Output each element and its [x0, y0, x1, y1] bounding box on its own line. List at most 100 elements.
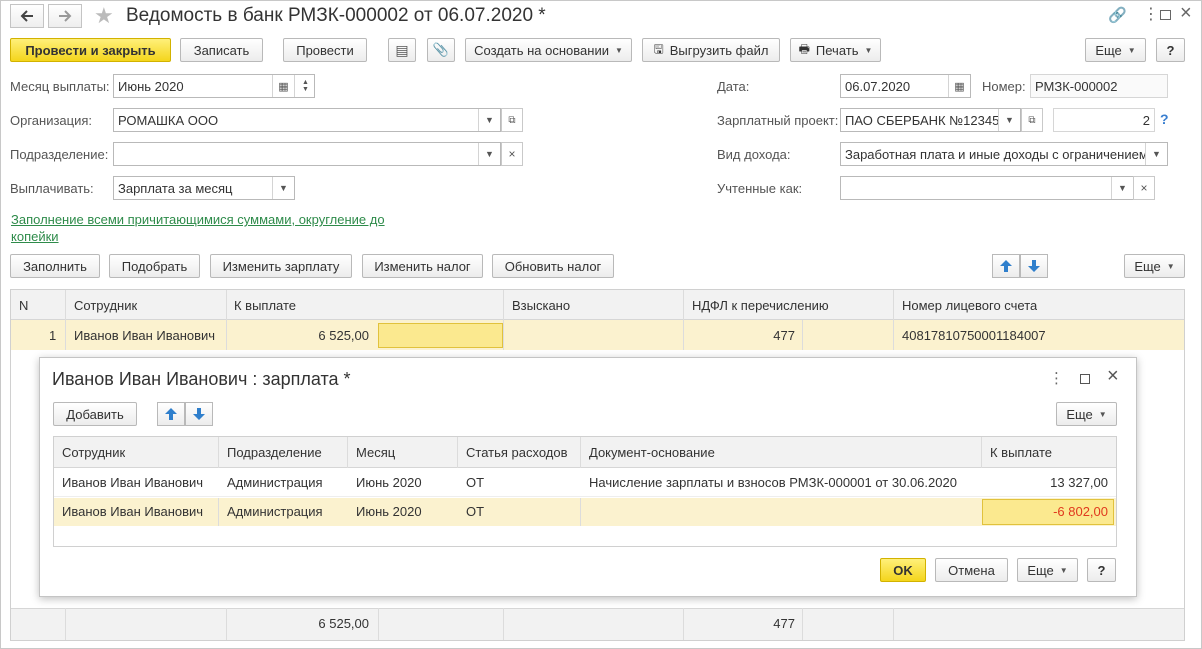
chevron-down-icon: ▼	[614, 45, 623, 55]
accounted-as-field[interactable]: ▼	[840, 176, 1134, 200]
pay-type-dropdown[interactable]: ▼	[272, 177, 294, 199]
calendar-button[interactable]: ▦	[272, 75, 294, 97]
chevron-down-icon: ▼	[279, 183, 288, 193]
window-title: Ведомость в банк РМЗК-000002 от 06.07.20…	[126, 5, 546, 26]
month-spin-button[interactable]: ▲ ▼	[294, 75, 314, 97]
department-label: Подразделение:	[10, 147, 109, 162]
accounted-as-dropdown[interactable]: ▼	[1111, 177, 1133, 199]
move-up-button[interactable]	[992, 254, 1020, 278]
date-value: 06.07.2020	[845, 79, 911, 94]
chevron-down-icon: ▼	[485, 149, 494, 159]
total-to-pay: 6 525,00	[318, 616, 369, 631]
organization-field[interactable]: РОМАШКА ООО ▼	[113, 108, 501, 132]
attach-button[interactable]: 📎	[427, 38, 455, 62]
back-button[interactable]	[10, 4, 44, 28]
header-n: N	[19, 298, 29, 313]
create-based-on-label: Создать на основании	[474, 42, 609, 58]
dialog-cancel-button[interactable]: Отмена	[935, 558, 1008, 582]
create-based-on-button[interactable]: Создать на основании ▼	[465, 38, 632, 62]
dialog-maximize-icon[interactable]	[1080, 374, 1090, 384]
month-value: Июнь 2020	[118, 79, 184, 94]
number-value: РМЗК-000002	[1035, 79, 1118, 94]
dialog-close-icon[interactable]: ×	[1107, 365, 1119, 388]
more-vertical-icon[interactable]: ⋮	[1143, 4, 1159, 24]
col-divider	[65, 608, 66, 640]
export-file-button[interactable]: 🖫 Выгрузить файл	[642, 38, 780, 62]
organization-open-button[interactable]: ⧉	[501, 108, 523, 132]
date-calendar-button[interactable]: ▦	[948, 75, 970, 97]
salary-dialog: Иванов Иван Иванович : зарплата * ⋮ × До…	[39, 357, 1137, 597]
organization-dropdown[interactable]: ▼	[478, 109, 500, 131]
dialog-table-header	[54, 437, 1116, 468]
maximize-icon[interactable]	[1160, 10, 1171, 20]
dialog-more-label: Еще	[1066, 406, 1093, 422]
table-more-button[interactable]: Еще ▼	[1124, 254, 1185, 278]
link-icon[interactable]: 🔗	[1108, 6, 1127, 24]
dialog-bottom-more-button[interactable]: Еще ▼	[1017, 558, 1078, 582]
dialog-more-button[interactable]: Еще ▼	[1056, 402, 1117, 426]
dialog-move-up-button[interactable]	[157, 402, 185, 426]
department-field[interactable]: ▼	[113, 142, 501, 166]
more-button[interactable]: Еще ▼	[1085, 38, 1146, 62]
dialog-header-department: Подразделение	[227, 445, 322, 460]
income-type-dropdown[interactable]: ▼	[1145, 143, 1167, 165]
dialog-add-button[interactable]: Добавить	[53, 402, 137, 426]
post-and-close-button[interactable]: Провести и закрыть	[10, 38, 171, 62]
help-question-icon[interactable]: ?	[1160, 111, 1169, 127]
col-divider	[580, 437, 581, 468]
post-button[interactable]: Провести	[283, 38, 367, 62]
month-field[interactable]: Июнь 2020 ▦ ▲ ▼	[113, 74, 315, 98]
department-clear-button[interactable]: ×	[501, 142, 523, 166]
pay-type-value: Зарплата за месяц	[118, 181, 233, 196]
export-icon: 🖫	[653, 41, 664, 56]
dialog-move-down-button[interactable]	[185, 402, 213, 426]
department-dropdown[interactable]: ▼	[478, 143, 500, 165]
salary-project-open-button[interactable]: ⧉	[1021, 108, 1043, 132]
salary-project-field[interactable]: ПАО СБЕРБАНК №12345 ▼	[840, 108, 1021, 132]
spin-down-icon: ▼	[302, 86, 309, 93]
table-row[interactable]	[54, 498, 1116, 526]
pick-button[interactable]: Подобрать	[109, 254, 200, 278]
open-window-icon: ⧉	[508, 114, 516, 126]
close-icon[interactable]: ×	[1180, 2, 1192, 25]
income-type-label: Вид дохода:	[717, 147, 791, 162]
help-button[interactable]: ?	[1156, 38, 1185, 62]
dialog-header-employee: Сотрудник	[62, 445, 126, 460]
write-button[interactable]: Записать	[180, 38, 263, 62]
dialog-row1-article: ОТ	[466, 475, 485, 490]
chevron-down-icon: ▼	[1005, 115, 1014, 125]
salary-project-count: 2	[1053, 108, 1155, 132]
list-icon: ▤	[395, 41, 409, 58]
income-type-select[interactable]: Заработная плата и иные доходы с огранич…	[840, 142, 1168, 166]
row-ndfl: 477	[773, 328, 795, 343]
dialog-more-vertical-icon[interactable]: ⋮	[1049, 369, 1064, 387]
row-edit-cell[interactable]	[378, 323, 503, 348]
table-more-label: Еще	[1134, 258, 1161, 274]
accounted-as-clear-button[interactable]: ×	[1133, 176, 1155, 200]
fill-settings-link[interactable]: Заполнение всеми причитающимися суммами,…	[11, 211, 391, 245]
total-ndfl: 477	[773, 616, 795, 631]
col-divider	[893, 608, 894, 640]
row-employee: Иванов Иван Иванович	[74, 328, 216, 343]
pay-type-select[interactable]: Зарплата за месяц ▼	[113, 176, 295, 200]
change-salary-button[interactable]: Изменить зарплату	[210, 254, 352, 278]
header-collected: Взыскано	[512, 298, 571, 313]
fill-button[interactable]: Заполнить	[10, 254, 100, 278]
change-tax-button[interactable]: Изменить налог	[362, 254, 483, 278]
document-list-button[interactable]: ▤	[388, 38, 416, 62]
row-n: 1	[49, 328, 57, 343]
col-divider	[226, 608, 227, 640]
accounted-as-label: Учтенные как:	[717, 181, 803, 196]
chevron-down-icon: ▼	[1118, 183, 1127, 193]
date-field[interactable]: 06.07.2020 ▦	[840, 74, 971, 98]
col-divider	[218, 437, 219, 468]
number-field[interactable]: РМЗК-000002	[1030, 74, 1168, 98]
dialog-ok-button[interactable]: OK	[880, 558, 926, 582]
dialog-help-button[interactable]: ?	[1087, 558, 1116, 582]
update-tax-button[interactable]: Обновить налог	[492, 254, 614, 278]
forward-button[interactable]	[48, 4, 82, 28]
move-down-button[interactable]	[1020, 254, 1048, 278]
salary-project-dropdown[interactable]: ▼	[998, 109, 1020, 131]
print-button[interactable]: 🖶 Печать ▼	[790, 38, 881, 62]
favorite-star-icon[interactable]: ★	[94, 5, 114, 27]
